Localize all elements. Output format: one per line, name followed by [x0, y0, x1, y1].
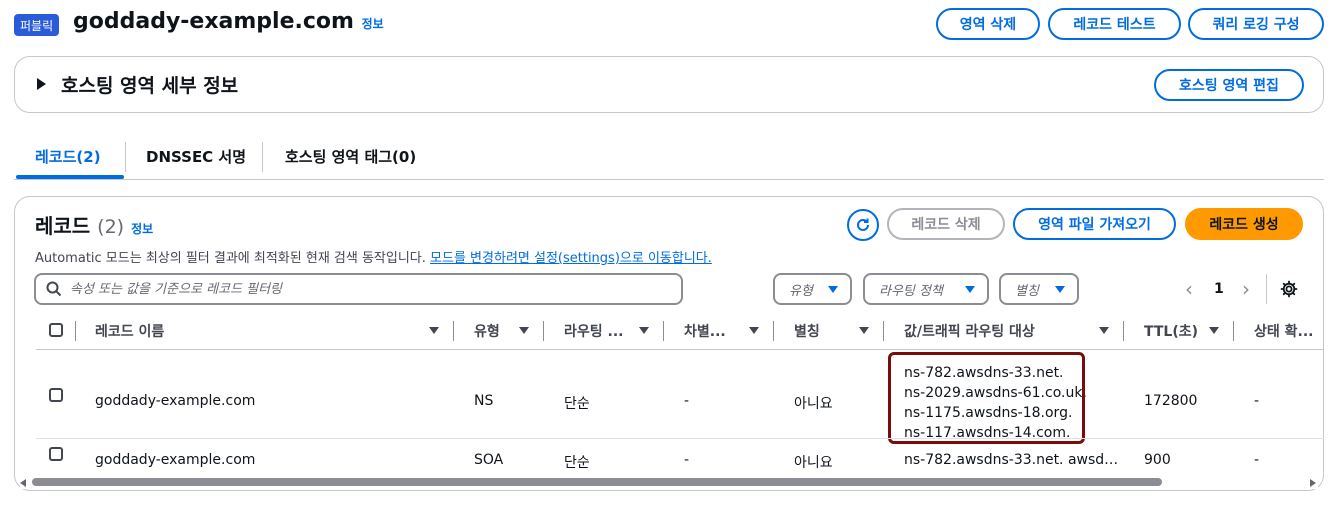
table-settings-button[interactable]: [1280, 280, 1298, 302]
search-input[interactable]: [70, 281, 650, 297]
refresh-icon: [857, 218, 869, 231]
query-logging-button[interactable]: 쿼리 로깅 구성: [1188, 8, 1324, 40]
delete-record-button[interactable]: 레코드 삭제: [887, 208, 1005, 240]
records-info-link[interactable]: 정보: [131, 222, 153, 236]
type-filter-select[interactable]: 유형: [773, 273, 852, 305]
column-divider: [1233, 321, 1234, 341]
scrollbar-thumb[interactable]: [32, 478, 1162, 486]
create-record-button[interactable]: 레코드 생성: [1185, 208, 1303, 240]
scroll-right-arrow-icon[interactable]: [1310, 479, 1316, 487]
differentiator-cell: -: [684, 393, 690, 409]
column-header-routing[interactable]: 라우팅 ...: [564, 321, 623, 341]
highlight-annotation-box: [888, 352, 1085, 444]
description-text: Automatic 모드는 최상의 필터 결과에 최적화된 현재 검색 동작입니…: [35, 251, 426, 266]
column-divider: [883, 321, 884, 341]
record-type-cell: SOA: [474, 452, 504, 468]
next-page-button[interactable]: ›: [1242, 277, 1250, 301]
routing-policy-filter-select[interactable]: 라우팅 정책: [863, 273, 989, 305]
alias-cell: 아니요: [794, 396, 833, 412]
tab-hosted-zone-tags[interactable]: 호스팅 영역 태그(0): [285, 146, 416, 167]
tab-records[interactable]: 레코드(2): [35, 146, 101, 167]
horizontal-scrollbar[interactable]: [20, 475, 1318, 489]
sort-caret-icon[interactable]: [1209, 327, 1219, 334]
hosted-zone-details-panel: 호스팅 영역 세부 정보 호스팅 영역 편집: [14, 56, 1324, 113]
details-panel-title[interactable]: 호스팅 영역 세부 정보: [61, 71, 238, 98]
routing-filter-label: 라우팅 정책: [879, 283, 943, 299]
edit-hosted-zone-button[interactable]: 호스팅 영역 편집: [1154, 69, 1304, 101]
routing-policy-cell: 단순: [564, 396, 590, 412]
row-divider: [36, 438, 1324, 439]
expand-caret-icon[interactable]: [37, 78, 46, 90]
records-heading: 레코드 (2) 정보: [35, 210, 153, 239]
alias-cell: 아니요: [794, 455, 833, 471]
tab-dnssec[interactable]: DNSSEC 서명: [146, 146, 246, 167]
column-divider: [543, 321, 544, 341]
pagination-divider: [1266, 274, 1267, 304]
value-cell: ns-782.awsdns-33.net. awsd…: [904, 452, 1119, 468]
column-header-health-check[interactable]: 상태 확...: [1254, 321, 1313, 341]
tabs-underline: [14, 179, 1324, 180]
column-divider: [773, 321, 774, 341]
header-row-divider: [36, 349, 1324, 350]
public-badge: 퍼블릭: [14, 14, 60, 36]
row-checkbox[interactable]: [49, 388, 63, 402]
type-filter-label: 유형: [789, 283, 813, 299]
records-title: 레코드: [35, 214, 91, 238]
ttl-cell: 900: [1144, 452, 1171, 468]
chevron-down-icon: [965, 285, 975, 293]
column-header-type[interactable]: 유형: [474, 321, 500, 341]
sort-caret-icon[interactable]: [1099, 327, 1109, 334]
health-check-cell: -: [1254, 452, 1260, 468]
title-info-link[interactable]: 정보: [362, 17, 384, 31]
delete-zone-button[interactable]: 영역 삭제: [936, 8, 1040, 40]
record-name-cell: goddady-example.com: [95, 393, 256, 409]
tab-divider: [125, 142, 126, 172]
column-header-record-name[interactable]: 레코드 이름: [95, 321, 164, 341]
sort-caret-icon[interactable]: [519, 327, 529, 334]
sort-caret-icon[interactable]: [749, 327, 759, 334]
previous-page-button[interactable]: ‹: [1185, 277, 1193, 301]
column-divider: [663, 321, 664, 341]
row-checkbox[interactable]: [49, 447, 63, 461]
tab-divider: [262, 142, 263, 172]
records-count: (2): [97, 216, 125, 238]
zone-name: goddady-example.com: [73, 9, 354, 34]
column-divider: [453, 321, 454, 341]
sort-caret-icon[interactable]: [859, 327, 869, 334]
select-all-checkbox[interactable]: [49, 323, 63, 337]
alias-filter-label: 별칭: [1015, 283, 1039, 299]
page-title: goddady-example.com 정보: [73, 9, 384, 34]
alias-filter-select[interactable]: 별칭: [999, 273, 1079, 305]
column-header-differentiator[interactable]: 차별...: [684, 321, 726, 341]
health-check-cell: -: [1254, 393, 1260, 409]
record-type-cell: NS: [474, 393, 494, 409]
routing-policy-cell: 단순: [564, 455, 590, 471]
records-search-box[interactable]: [34, 273, 683, 305]
column-divider: [75, 321, 76, 341]
search-mode-description: Automatic 모드는 최상의 필터 결과에 최적화된 현재 검색 동작입니…: [35, 247, 712, 266]
test-record-button[interactable]: 레코드 테스트: [1048, 8, 1181, 40]
settings-link[interactable]: 모드를 변경하려면 설정(settings)으로 이동합니다.: [430, 251, 712, 266]
sort-caret-icon[interactable]: [639, 327, 649, 334]
column-divider: [1123, 321, 1124, 341]
column-header-ttl[interactable]: TTL(초): [1144, 321, 1198, 341]
record-name-cell: goddady-example.com: [95, 452, 256, 468]
search-icon: [46, 281, 62, 297]
scroll-left-arrow-icon[interactable]: [20, 479, 26, 487]
differentiator-cell: -: [684, 452, 690, 468]
chevron-down-icon: [828, 285, 838, 293]
records-panel: [14, 196, 1324, 491]
gear-icon: [1280, 280, 1298, 298]
chevron-down-icon: [1055, 285, 1065, 293]
import-zone-file-button[interactable]: 영역 파일 가져오기: [1013, 208, 1176, 240]
current-page-number[interactable]: 1: [1214, 281, 1224, 297]
sort-caret-icon[interactable]: [429, 327, 439, 334]
column-header-alias[interactable]: 별칭: [794, 321, 820, 341]
ttl-cell: 172800: [1144, 393, 1198, 409]
refresh-button[interactable]: [847, 209, 879, 241]
column-header-value[interactable]: 값/트래픽 라우팅 대상: [904, 321, 1035, 341]
